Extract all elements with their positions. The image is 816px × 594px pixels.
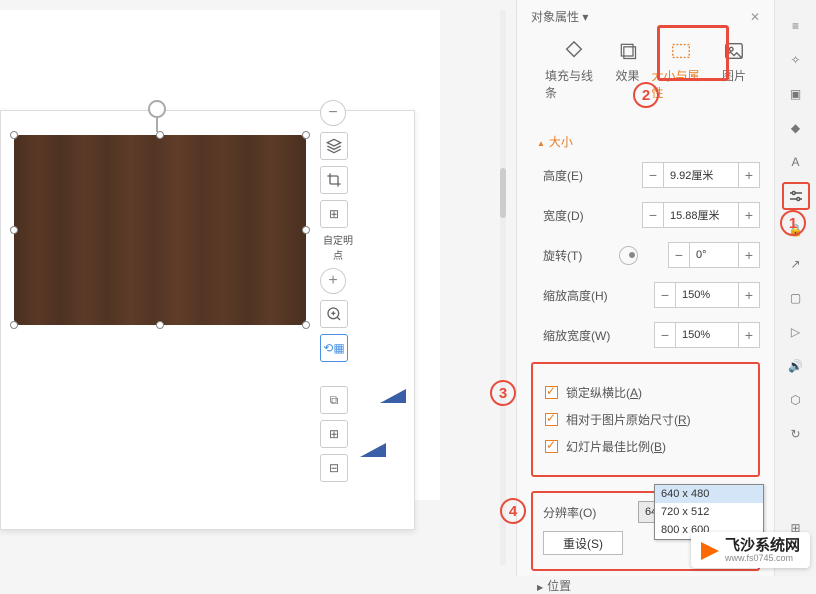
dec-button[interactable]: − <box>642 202 664 228</box>
resize-handle[interactable] <box>10 321 18 329</box>
sparkle-icon[interactable]: ✧ <box>782 46 810 74</box>
template-icon[interactable]: ▣ <box>782 80 810 108</box>
height-value[interactable]: 9.92厘米 <box>664 162 738 188</box>
width-label: 宽度(D) <box>543 207 619 224</box>
tab-fill[interactable]: 填充与线条 <box>539 35 610 105</box>
selected-image[interactable] <box>14 135 306 325</box>
dropdown-item[interactable]: 720 x 512 <box>655 503 763 521</box>
dec-button[interactable]: − <box>642 162 664 188</box>
inc-button[interactable]: + <box>738 242 760 268</box>
custom-points-icon[interactable]: ⊞ <box>320 200 348 228</box>
annotation-box <box>657 25 729 81</box>
scale-h-label: 缩放高度(H) <box>543 287 619 304</box>
decor-triangle <box>380 389 406 403</box>
scale-h-value[interactable]: 150% <box>676 282 738 308</box>
height-label: 高度(E) <box>543 167 619 184</box>
layers-icon[interactable] <box>320 132 348 160</box>
annotation-circle: 3 <box>490 380 516 406</box>
cube-icon[interactable]: ⬡ <box>782 386 810 414</box>
resize-handle[interactable] <box>10 226 18 234</box>
fill-icon <box>562 39 586 63</box>
scale-w-label: 缩放宽度(W) <box>543 327 619 344</box>
resize-handle[interactable] <box>302 321 310 329</box>
floating-tools: − ⊞ 自定明点 + ⟲▦ ⧉ ⊞ ⊟ <box>320 100 356 488</box>
watermark-logo-icon <box>701 542 719 560</box>
text-icon[interactable]: A <box>782 148 810 176</box>
watermark: 飞沙系统网 www.fs0745.com <box>691 532 810 568</box>
close-icon[interactable]: ✕ <box>750 10 760 24</box>
resolution-label: 分辨率(O) <box>543 504 596 521</box>
row-scale-h: 缩放高度(H) − 150% + <box>531 282 760 308</box>
resize-handle[interactable] <box>302 131 310 139</box>
inc-button[interactable]: + <box>738 322 760 348</box>
wood-texture-image <box>14 135 306 325</box>
inc-button[interactable]: + <box>738 162 760 188</box>
annotation-circle: 2 <box>633 82 659 108</box>
panel-title[interactable]: 对象属性 ▾ <box>531 8 588 25</box>
rotate-dial[interactable] <box>619 246 638 265</box>
shape-icon[interactable]: ◆ <box>782 114 810 142</box>
crop-icon[interactable] <box>320 166 348 194</box>
rotate-handle[interactable] <box>148 100 166 118</box>
media-icon[interactable]: ▷ <box>782 318 810 346</box>
row-scale-w: 缩放宽度(W) − 150% + <box>531 322 760 348</box>
row-height: 高度(E) − 9.92厘米 + <box>531 162 760 188</box>
zoom-plus-button[interactable]: + <box>320 268 346 294</box>
annotation-circle: 4 <box>500 498 526 524</box>
decor-triangle <box>360 443 386 457</box>
checkbox-icon <box>545 413 558 426</box>
ungroup-icon[interactable]: ⊟ <box>320 454 348 482</box>
inc-button[interactable]: + <box>738 282 760 308</box>
watermark-title: 飞沙系统网 <box>725 538 800 555</box>
right-sidebar: ≡ ✧ ▣ ◆ A 🔒 ↗ ▢ ▷ 🔊 ⬡ ↻ ⊞ ⋯ <box>774 0 816 576</box>
dec-button[interactable]: − <box>668 242 690 268</box>
resize-handle[interactable] <box>10 131 18 139</box>
watermark-url: www.fs0745.com <box>725 554 800 564</box>
panel-scrollbar-track <box>500 10 506 565</box>
tool-label: 自定明点 <box>320 232 356 262</box>
rotate-value[interactable]: 0° <box>690 242 738 268</box>
dec-button[interactable]: − <box>654 322 676 348</box>
annotation-circle: 1 <box>780 210 806 236</box>
reset-image-icon[interactable]: ⟲▦ <box>320 334 348 362</box>
zoom-out-button[interactable]: − <box>320 100 346 126</box>
panel-scrollbar-thumb[interactable] <box>500 168 506 218</box>
settings-slider-icon[interactable] <box>782 182 810 210</box>
row-rotate: 旋转(T) − 0° + <box>531 242 760 268</box>
section-position[interactable]: 位置 <box>531 571 760 594</box>
sound-icon[interactable]: 🔊 <box>782 352 810 380</box>
resize-handle[interactable] <box>302 226 310 234</box>
archive-icon[interactable]: ▢ <box>782 284 810 312</box>
section-size[interactable]: 大小 <box>531 129 760 162</box>
export-icon[interactable]: ↗ <box>782 250 810 278</box>
rotate-label: 旋转(T) <box>543 247 619 264</box>
history-icon[interactable]: ↻ <box>782 420 810 448</box>
resize-handle[interactable] <box>156 131 164 139</box>
checkbox-icon <box>545 440 558 453</box>
duplicate-icon[interactable]: ⧉ <box>320 386 348 414</box>
checkbox-slide-best[interactable]: 幻灯片最佳比例(B) <box>545 438 746 455</box>
checkbox-icon <box>545 386 558 399</box>
magnify-icon[interactable] <box>320 300 348 328</box>
checkbox-group: 锁定纵横比(A) 相对于图片原始尺寸(R) 幻灯片最佳比例(B) <box>531 362 760 477</box>
canvas-area: − ⊞ 自定明点 + ⟲▦ ⧉ ⊞ ⊟ <box>0 10 440 500</box>
group-icon[interactable]: ⊞ <box>320 420 348 448</box>
width-value[interactable]: 15.88厘米 <box>664 202 738 228</box>
scale-w-value[interactable]: 150% <box>676 322 738 348</box>
checkbox-lock-aspect[interactable]: 锁定纵横比(A) <box>545 384 746 401</box>
hamburger-icon[interactable]: ≡ <box>782 12 810 40</box>
resize-handle[interactable] <box>156 321 164 329</box>
effect-icon <box>616 39 640 63</box>
reset-button[interactable]: 重设(S) <box>543 531 623 555</box>
dec-button[interactable]: − <box>654 282 676 308</box>
inc-button[interactable]: + <box>738 202 760 228</box>
checkbox-relative-original[interactable]: 相对于图片原始尺寸(R) <box>545 411 746 428</box>
dropdown-item[interactable]: 640 x 480 <box>655 485 763 503</box>
row-width: 宽度(D) − 15.88厘米 + <box>531 202 760 228</box>
